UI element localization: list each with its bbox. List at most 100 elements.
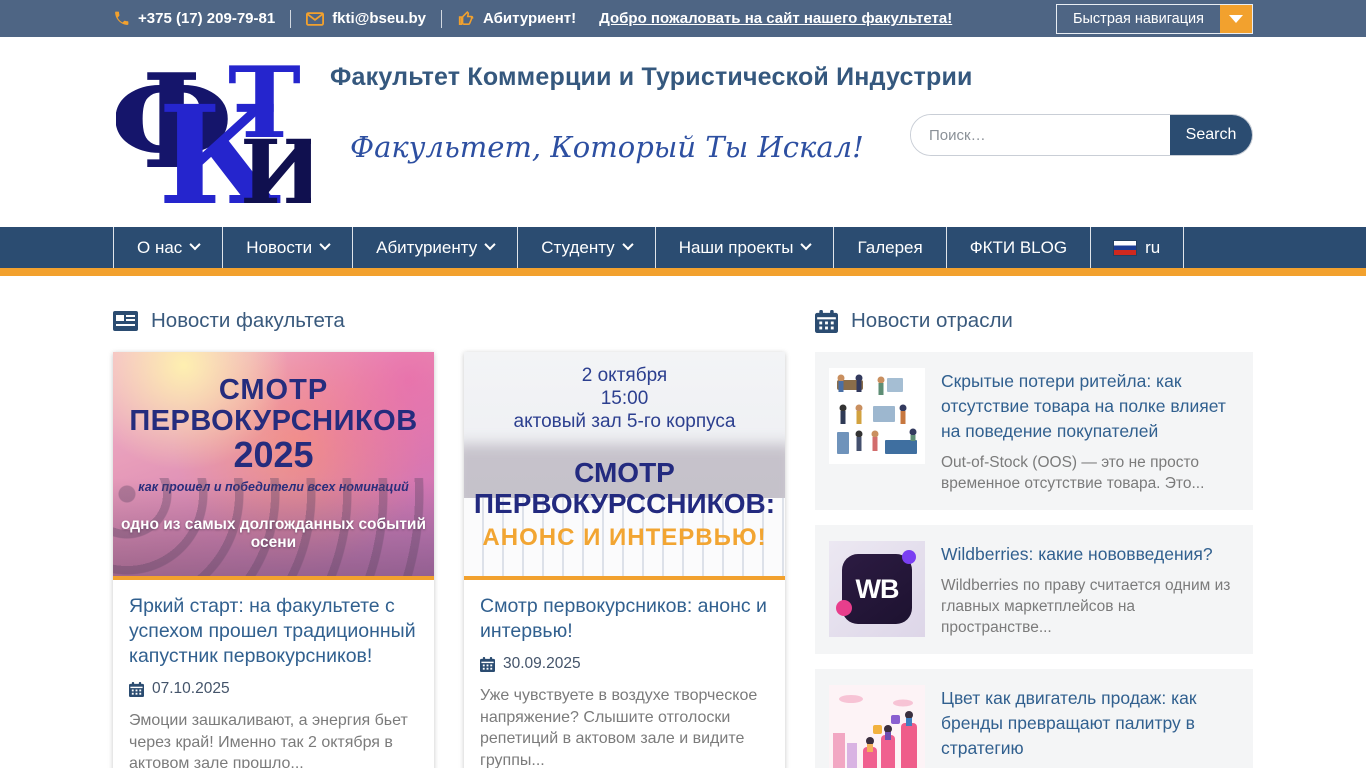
poster-line: актовый зал 5-го корпуса [513,411,736,432]
color-strategy-thumbnail [829,685,925,768]
applicant-label: Абитуриент! [483,10,577,27]
news-card[interactable]: 2 октября 15:00 актовый зал 5-го корпуса… [464,352,785,768]
industry-news-column: Новости отрасли Скрытые потери ритейла: … [815,309,1253,768]
nav-item-projects[interactable]: Наши проекты [654,227,834,268]
industry-item-text: Скрытые потери ритейла: как отсутствие т… [941,368,1239,494]
nav-item-language[interactable]: ru [1090,227,1185,268]
industry-post-excerpt: Wildberries по праву считается одним из … [941,577,1231,636]
industry-post-title[interactable]: Цвет как двигатель продаж: как бренды пр… [941,686,1239,761]
industry-post-title[interactable]: Скрытые потери ритейла: как отсутствие т… [941,369,1239,444]
email-link[interactable]: fkti@bseu.by [306,10,426,27]
industry-post-excerpt: Out-of-Stock (OOS) — это не просто време… [941,454,1205,492]
applicant-link[interactable]: Абитуриент! [457,10,576,27]
fkti-monogram-icon: Ф К Т И [110,45,323,236]
pink-dot-icon [836,600,852,616]
retail-illustration-thumbnail [829,368,925,464]
chevron-down-icon [484,238,496,251]
post-date: 07.10.2025 [129,680,418,698]
phone-icon [115,11,129,25]
poster-line: СМОТР [574,457,675,488]
poster-title: СМОТР ПЕРВОКУРССНИКОВ: [464,457,785,519]
poster-line: СМОТР [218,374,329,406]
quick-nav-label: Быстрая навигация [1072,10,1204,27]
poster-line: 2 октября [581,365,668,386]
chevron-down-icon [319,238,331,251]
purple-dot-icon [902,550,916,564]
poster-text: СМОТР ПЕРВОКУРСНИКОВ 2025 как прошел и п… [113,374,434,494]
nav-item-gallery[interactable]: Галерея [833,227,945,268]
mail-icon [306,11,325,26]
nav-item-label: Абитуриенту [376,237,478,257]
newspaper-icon [113,311,138,331]
triangle-down-icon [1229,14,1243,23]
industry-post-title[interactable]: Wildberries: какие нововведения? [941,542,1239,567]
faculty-logo[interactable]: Ф К Т И [110,45,323,236]
industry-news-item[interactable]: Скрытые потери ритейла: как отсутствие т… [815,352,1253,510]
accent-strip [0,268,1366,276]
site-title[interactable]: Факультет Коммерции и Туристической Инду… [330,63,973,92]
search-form: Search [910,114,1253,156]
section-title: Новости отрасли [851,309,1013,332]
nav-item-news[interactable]: Новости [222,227,352,268]
nav-item-label: Наши проекты [678,237,794,257]
poster-line: 15:00 [600,388,649,409]
wb-logo-text: WB [855,573,900,604]
page: +375 (17) 209-79-81 fkti@bseu.by Абитури… [0,0,1366,768]
email-address: fkti@bseu.by [332,10,426,27]
search-input[interactable] [911,115,1170,155]
post-excerpt: Эмоции зашкаливают, а энергия бьет через… [129,712,408,768]
thumb-up-icon [458,10,474,25]
divider [290,9,292,28]
post-body: Яркий старт: на факультете с успехом про… [113,580,434,768]
phone-number: +375 (17) 209-79-81 [138,10,276,27]
phone-link[interactable]: +375 (17) 209-79-81 [113,10,275,27]
industry-item-text: Цвет как двигатель продаж: как бренды пр… [941,685,1239,768]
nav-item-student[interactable]: Студенту [517,227,654,268]
post-date-value: 30.09.2025 [503,655,581,672]
quick-nav-dropdown[interactable]: Быстрая навигация [1055,3,1253,34]
post-date-value: 07.10.2025 [152,680,230,697]
nav-item-label: ФКТИ BLOG [969,237,1068,257]
divider [441,9,442,28]
poster-line: 2025 [233,434,314,475]
wb-logo-icon: WB [836,550,916,624]
retail-shoppers-icon [829,368,925,464]
wildberries-logo-thumbnail: WB [829,541,925,637]
calendar-icon [129,681,144,697]
post-image[interactable]: СМОТР ПЕРВОКУРСНИКОВ 2025 как прошел и п… [113,352,434,580]
nav-item-about[interactable]: О нас [113,227,222,268]
search-button[interactable]: Search [1170,115,1252,155]
poster-caption: одно из самых долгожданных событий осени [120,516,426,551]
nav-item-blog[interactable]: ФКТИ BLOG [945,227,1090,268]
industry-news-item[interactable]: Цвет как двигатель продаж: как бренды пр… [815,669,1253,768]
post-body: Смотр первокурсников: анонс и интервью! … [464,580,785,768]
poster-details: 2 октября 15:00 актовый зал 5-го корпуса [464,364,785,433]
post-title[interactable]: Яркий старт: на факультете с успехом про… [129,594,418,669]
nav-item-label: Новости [246,237,313,257]
chevron-down-icon [800,238,813,251]
faculty-news-section-head: Новости факультета [113,309,785,333]
industry-news-item[interactable]: WB Wildberries: какие нововведения? Wild… [815,525,1253,654]
color-bars-icon [829,685,925,768]
nav-item-label: ru [1145,237,1161,257]
faculty-news-cards: СМОТР ПЕРВОКУРСНИКОВ 2025 как прошел и п… [113,352,785,768]
post-excerpt: Уже чувствуете в воздухе творческое напр… [480,687,758,768]
site-header: Ф К Т И Факультет Коммерции и Туристичес… [0,37,1366,236]
calendar-icon [480,656,495,672]
faculty-news-column: Новости факультета СМОТР ПЕРВОКУРСНИКОВ … [113,309,785,768]
industry-news-section-head: Новости отрасли [815,309,1253,333]
welcome-link[interactable]: Добро пожаловать на сайт нашего факульте… [599,10,952,27]
post-title[interactable]: Смотр первокурсников: анонс и интервью! [480,594,769,644]
post-image[interactable]: 2 октября 15:00 актовый зал 5-го корпуса… [464,352,785,580]
poster-line: ПЕРВОКУРССНИКОВ: [473,488,776,519]
news-card[interactable]: СМОТР ПЕРВОКУРСНИКОВ 2025 как прошел и п… [113,352,434,768]
svg-text:И: И [240,120,311,205]
post-date: 30.09.2025 [480,655,769,673]
russian-flag-icon [1114,240,1137,255]
chevron-down-icon [189,238,201,251]
dropdown-arrow-button[interactable] [1220,4,1252,33]
nav-item-applicant[interactable]: Абитуриенту [352,227,517,268]
industry-item-text: Wildberries: какие нововведения? Wildber… [941,541,1239,638]
nav-item-label: Галерея [857,237,923,257]
main-nav: О нас Новости Абитуриенту Студенту Наши … [0,227,1366,268]
